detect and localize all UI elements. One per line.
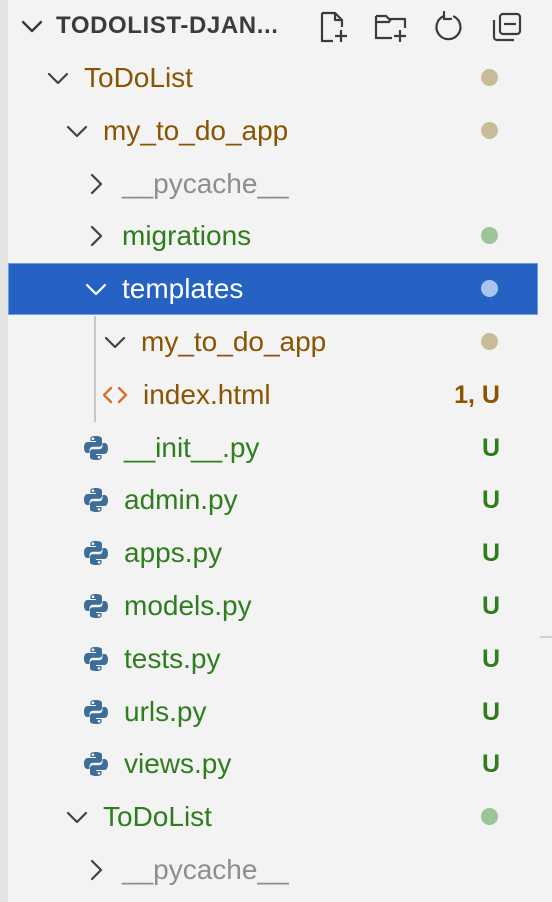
new-folder-button[interactable] bbox=[372, 8, 410, 46]
tree-item-pycache[interactable]: __pycache__ bbox=[8, 158, 538, 210]
new-folder-icon bbox=[374, 14, 407, 42]
tree-item-label: migrations bbox=[122, 220, 252, 252]
new-file-icon bbox=[320, 11, 347, 43]
tree-item-label: __init__.py bbox=[124, 431, 260, 463]
collapse-all-button[interactable] bbox=[488, 8, 526, 46]
tree-item-my-to-do-app[interactable]: my_to_do_app bbox=[8, 316, 538, 368]
python-icon bbox=[84, 488, 108, 513]
tree-item-index-html[interactable]: index.html 1, U bbox=[8, 369, 538, 421]
explorer-panel: TODOLIST-DJAN... ToDoList my_to_do_app _… bbox=[0, 0, 540, 902]
tree-item-todolist[interactable]: ToDoList bbox=[8, 52, 538, 104]
git-status-badge: U bbox=[481, 644, 500, 673]
tree-item-label: my_to_do_app bbox=[141, 326, 327, 357]
git-status-dot bbox=[481, 808, 498, 826]
explorer-header[interactable]: TODOLIST-DJAN... bbox=[8, 0, 540, 52]
indent-guide bbox=[94, 316, 96, 422]
git-status-dot bbox=[481, 280, 498, 298]
tree-item-label: models.py bbox=[124, 590, 252, 621]
git-status-badge: U bbox=[481, 592, 500, 620]
panel-left-edge bbox=[0, 0, 8, 902]
tree-item-urls-py[interactable]: urls.py U bbox=[8, 686, 538, 738]
tree-item-label: templates bbox=[122, 273, 244, 305]
chevron-down-icon[interactable] bbox=[65, 805, 89, 829]
tree-item-templates[interactable]: templates bbox=[8, 263, 538, 316]
chevron-down-icon[interactable] bbox=[46, 66, 70, 90]
python-icon bbox=[84, 699, 108, 724]
tree-item-label: __pycache__ bbox=[122, 854, 289, 885]
chevron-right-icon[interactable] bbox=[84, 172, 108, 196]
git-status-dot bbox=[481, 121, 498, 139]
tree-item-tests-py[interactable]: tests.py U bbox=[8, 633, 538, 685]
git-status-badge: U bbox=[481, 539, 500, 568]
chevron-right-icon[interactable] bbox=[84, 224, 108, 248]
chevron-down-icon[interactable] bbox=[20, 14, 44, 38]
tree-item-todolist[interactable]: ToDoList bbox=[8, 791, 538, 843]
sash-line bbox=[540, 636, 552, 638]
tree-item-admin-py[interactable]: admin.py U bbox=[8, 474, 538, 526]
workspace-title: TODOLIST-DJAN... bbox=[56, 12, 279, 39]
git-status-dot bbox=[481, 227, 498, 245]
python-icon bbox=[84, 646, 108, 671]
tree-item-my-to-do-app[interactable]: my_to_do_app bbox=[8, 105, 538, 157]
chevron-down-icon[interactable] bbox=[84, 277, 108, 301]
tree-item-label: admin.py bbox=[124, 484, 238, 516]
tree-item-label: __pycache__ bbox=[122, 167, 289, 199]
tree-item-models-py[interactable]: models.py U bbox=[8, 580, 538, 632]
tree-item-label: my_to_do_app bbox=[103, 114, 289, 146]
tree-item-apps-py[interactable]: apps.py U bbox=[8, 527, 538, 579]
refresh-button[interactable] bbox=[430, 8, 468, 46]
python-icon bbox=[84, 435, 108, 460]
tree-item-label: views.py bbox=[124, 748, 232, 780]
git-status-dot bbox=[481, 69, 498, 86]
git-status-badge: 1, U bbox=[454, 380, 500, 409]
refresh-icon bbox=[435, 10, 462, 41]
python-icon bbox=[84, 594, 108, 618]
chevron-down-icon[interactable] bbox=[103, 330, 127, 354]
git-status-badge: U bbox=[481, 433, 500, 462]
chevron-down-icon[interactable] bbox=[65, 119, 89, 143]
chevron-right-icon[interactable] bbox=[84, 858, 108, 882]
tree-item-pycache[interactable]: __pycache__ bbox=[8, 844, 538, 896]
tree-item-migrations[interactable]: migrations bbox=[8, 210, 538, 262]
python-icon bbox=[84, 752, 108, 777]
tree-item-label: ToDoList bbox=[84, 62, 193, 93]
new-file-button[interactable] bbox=[314, 8, 352, 46]
tree-item-views-py[interactable]: views.py U bbox=[8, 738, 538, 790]
tree-item-label: apps.py bbox=[124, 537, 223, 569]
git-status-badge: U bbox=[481, 486, 500, 515]
tree-item-label: tests.py bbox=[124, 642, 221, 674]
tree-item-init-py[interactable]: __init__.py U bbox=[8, 422, 538, 474]
git-status-badge: U bbox=[481, 750, 500, 779]
python-icon bbox=[84, 541, 108, 566]
git-status-badge: U bbox=[481, 697, 500, 726]
html-code-icon bbox=[102, 386, 128, 403]
tree-item-label: urls.py bbox=[124, 695, 207, 727]
tree-item-label: index.html bbox=[143, 378, 271, 410]
tree-item-label: ToDoList bbox=[103, 801, 212, 833]
git-status-dot bbox=[481, 333, 498, 350]
collapse-all-icon bbox=[492, 12, 522, 42]
